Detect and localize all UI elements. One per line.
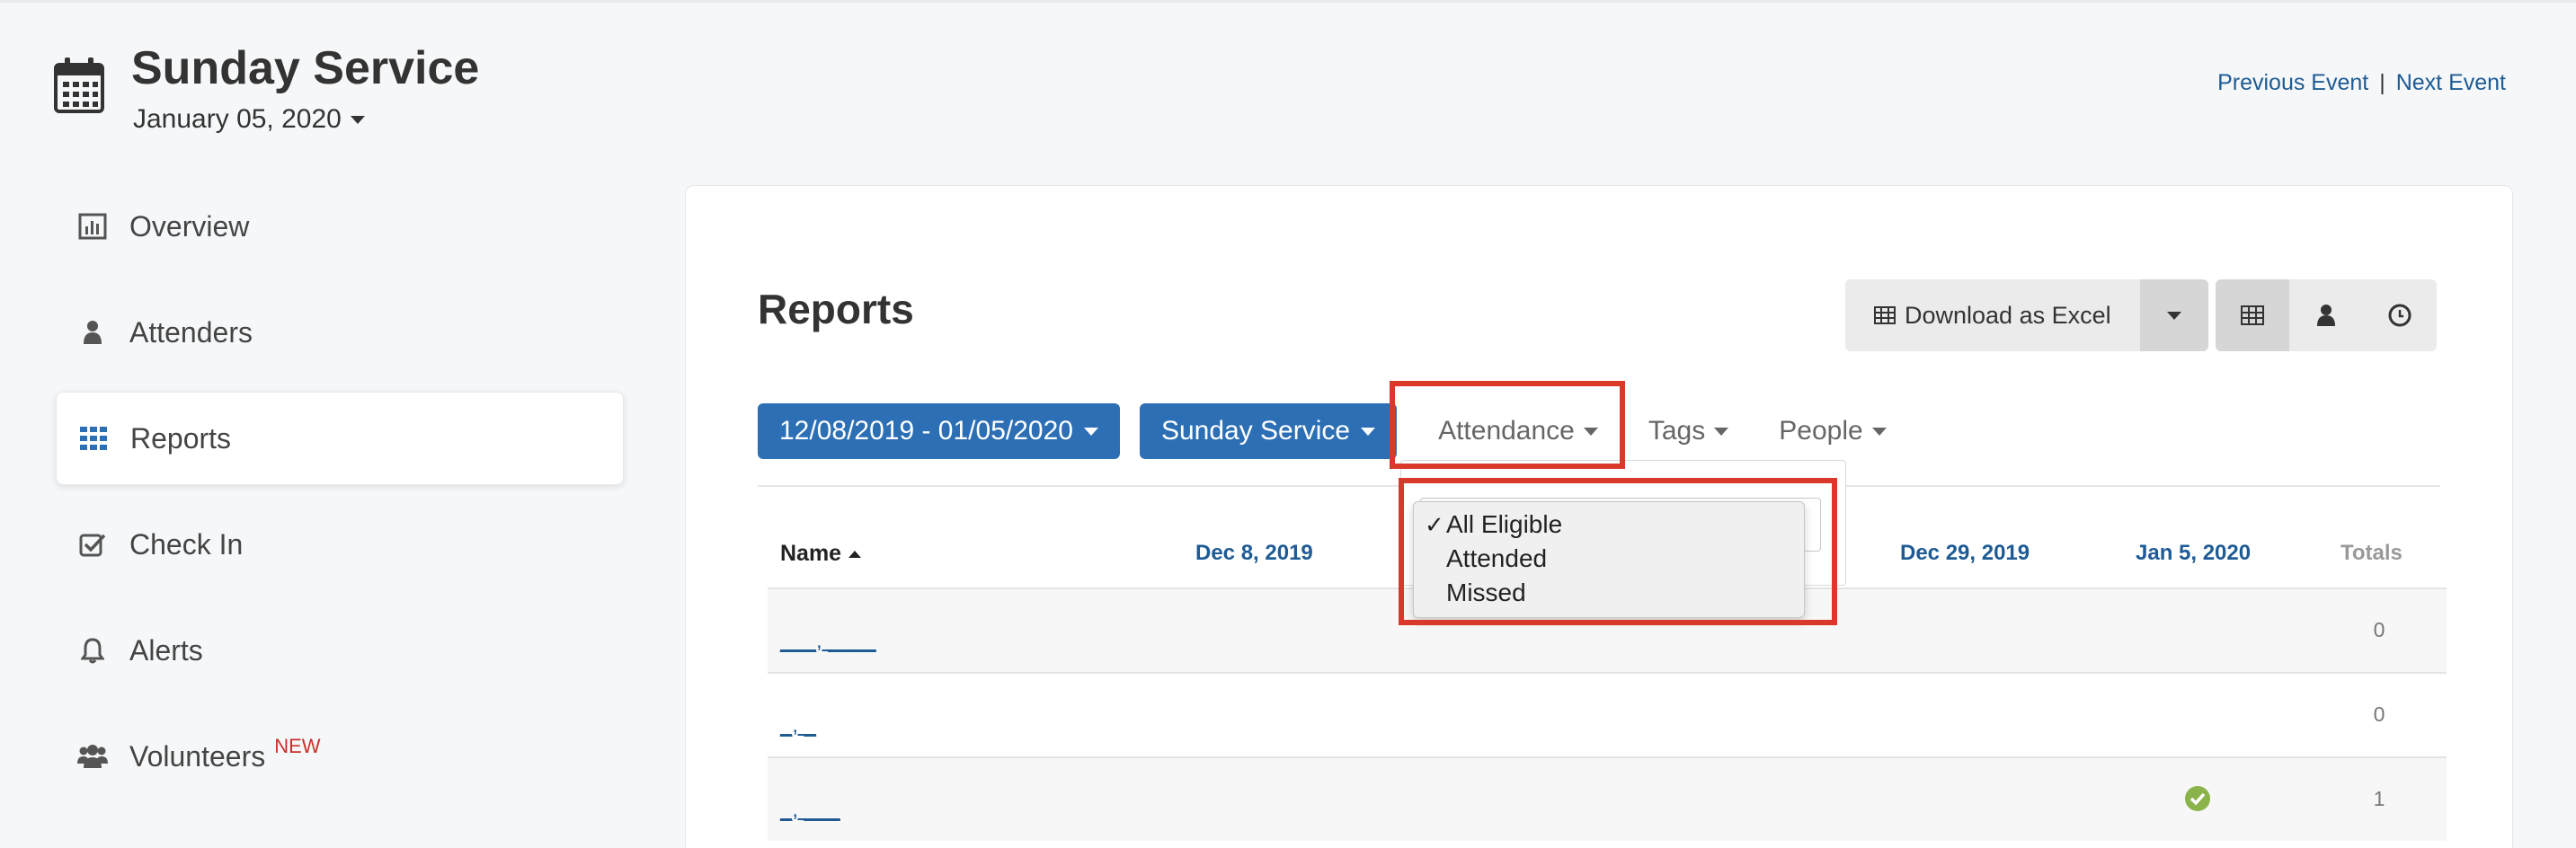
sidebar-item-label: Reports [130,421,232,455]
top-border [0,0,2576,3]
row-total: 0 [2373,618,2385,641]
chevron-down-icon [2166,311,2181,320]
table-view-button[interactable] [2216,279,2289,351]
chevron-down-icon [1361,427,1376,436]
sidebar-item-check-in[interactable]: Check In [56,498,624,591]
download-excel-button[interactable]: Download as Excel [1845,279,2140,351]
sidebar-item-label: Check In [129,527,244,561]
chevron-down-icon [350,115,365,124]
group-icon [77,741,108,772]
new-badge: NEW [274,735,321,757]
sidebar-item-label: Volunteers [129,739,266,773]
sidebar-item-alerts[interactable]: Alerts [56,604,624,697]
clock-view-button[interactable] [2363,279,2437,351]
sidebar-item-label: Alerts [129,633,203,667]
sidebar: Overview Attenders Reports Check In Aler… [56,180,624,816]
sidebar-item-reports[interactable]: Reports [56,392,624,485]
dec8-column-header[interactable]: Dec 8, 2019 [1195,541,1313,566]
event-title: Sunday Service [131,42,480,94]
jan5-column-header[interactable]: Jan 5, 2020 [2136,541,2251,566]
download-excel-label: Download as Excel [1905,301,2111,329]
person-view-icon [2317,305,2335,326]
grid-icon [78,423,109,454]
event-filter-label: Sunday Service [1160,416,1351,446]
clock-view-icon [2388,304,2412,327]
filter-bar: 12/08/2019 - 01/05/2020 Sunday Service A… [758,403,1937,459]
sidebar-item-label: Overview [129,209,250,243]
attended-check-icon [2185,786,2210,811]
checkbox-icon [77,529,108,560]
person-view-button[interactable] [2289,279,2363,351]
date-range-label: 12/08/2019 - 01/05/2020 [779,416,1073,446]
next-event-link[interactable]: Next Event [2396,70,2506,96]
sidebar-item-label: Attenders [129,315,253,349]
name-header-label: Name [780,541,842,566]
date-range-filter[interactable]: 12/08/2019 - 01/05/2020 [758,403,1120,459]
table-row: _, ___ 1 [768,756,2447,841]
sidebar-item-attenders[interactable]: Attenders [56,286,624,379]
row-total: 1 [2373,787,2385,810]
table-icon [1874,306,1896,324]
page-title: Reports [758,286,914,332]
chevron-down-icon [1083,427,1098,436]
event-navigation: Previous Event | Next Event [2217,70,2506,96]
event-date-dropdown[interactable]: January 05, 2020 [133,104,365,135]
bar-chart-icon [77,211,108,242]
event-filter[interactable]: Sunday Service [1139,403,1398,459]
person-name-link[interactable]: ___, ____ [780,629,876,654]
download-options-button[interactable] [2139,279,2208,351]
row-total: 0 [2373,702,2385,726]
event-date-label: January 05, 2020 [133,104,342,134]
totals-column-header: Totals [2341,541,2403,565]
chevron-down-icon [1714,427,1729,436]
name-column-header[interactable]: Name [780,541,862,567]
tags-filter[interactable]: Tags [1648,416,1729,446]
sidebar-item-volunteers[interactable]: Volunteers NEW [56,710,624,803]
person-name-link[interactable]: _, _ [780,713,816,738]
calendar-icon [54,57,104,113]
download-excel-group: Download as Excel [1845,279,2208,351]
nav-separator: | [2379,70,2385,95]
people-filter-label: People [1779,416,1863,446]
bell-icon [77,635,108,666]
people-filter[interactable]: People [1779,416,1887,446]
attendance-highlight-box [1390,381,1625,469]
table-row: _, _ 0 [768,672,2447,756]
chevron-down-icon [1871,427,1887,436]
dec29-column-header[interactable]: Dec 29, 2019 [1900,541,2030,566]
person-name-link[interactable]: _, ___ [780,798,840,823]
dropdown-highlight-box [1399,478,1837,625]
tags-filter-label: Tags [1648,416,1706,446]
person-icon [77,317,108,348]
sidebar-item-overview[interactable]: Overview [56,180,624,273]
sort-asc-icon [848,550,862,558]
table-view-icon [2241,305,2264,325]
previous-event-link[interactable]: Previous Event [2217,70,2368,96]
view-toggle-group [2216,279,2437,351]
